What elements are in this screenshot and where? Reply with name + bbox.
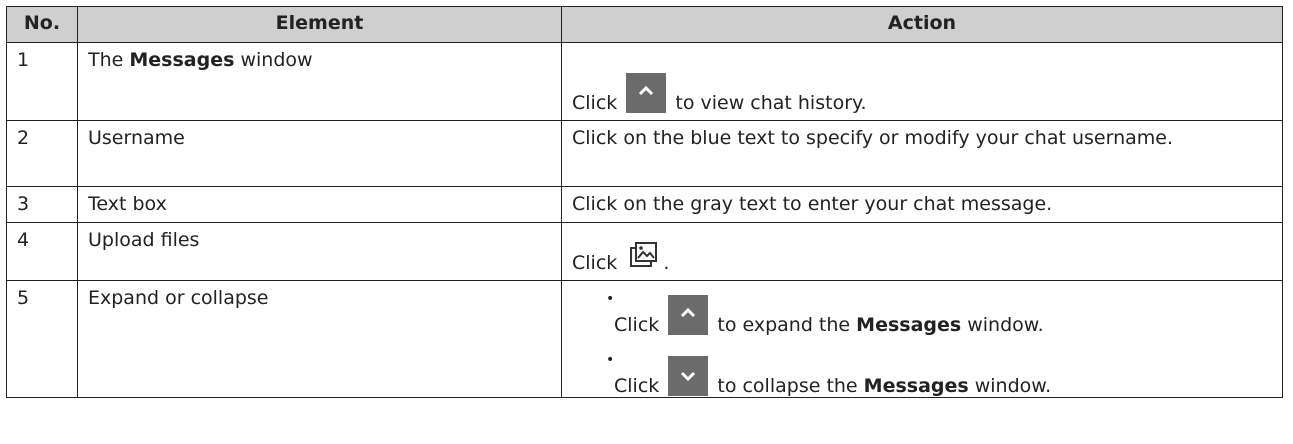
action-bold-text: Messages xyxy=(863,375,969,397)
action-text: window. xyxy=(968,375,1052,397)
element-bold-text: Messages xyxy=(129,49,235,71)
chevron-down-icon xyxy=(668,356,709,396)
bullet-dot: • xyxy=(606,291,615,307)
action-text: Click xyxy=(614,314,666,336)
element-text: window xyxy=(234,49,313,71)
row-action: Click on the gray text to enter your cha… xyxy=(561,186,1283,223)
row-number: 3 xyxy=(6,186,78,223)
header-element: Element xyxy=(77,6,562,43)
row-number: 1 xyxy=(6,42,78,121)
table-row: 4 Upload files Click . xyxy=(6,222,1283,281)
row-number: 2 xyxy=(6,120,78,187)
header-action: Action xyxy=(561,6,1283,43)
row-action: • Click to expand the Messages window. •… xyxy=(561,280,1283,398)
row-action: Click to view chat history. xyxy=(561,42,1283,121)
header-no: No. xyxy=(6,6,78,43)
action-text: to collapse the xyxy=(711,375,864,397)
row-number: 5 xyxy=(6,280,78,398)
action-bold-text: Messages xyxy=(856,314,962,336)
element-text: The xyxy=(88,49,130,71)
table-row: 3 Text box Click on the gray text to ent… xyxy=(6,186,1283,223)
action-text: Click xyxy=(572,92,624,114)
bullet-item: • Click to collapse the Messages window. xyxy=(572,350,1272,397)
row-element: Expand or collapse xyxy=(77,280,562,398)
bullet-item: • Click to expand the Messages window. xyxy=(572,289,1272,336)
row-element: Upload files xyxy=(77,222,562,281)
table-row: 2 Username Click on the blue text to spe… xyxy=(6,120,1283,187)
action-text: Click xyxy=(614,375,666,397)
row-number: 4 xyxy=(6,222,78,281)
action-text: . xyxy=(663,252,670,274)
elements-table: No. Element Action 1 The Messages window… xyxy=(6,6,1283,398)
chevron-up-icon xyxy=(626,73,667,113)
table-row: 5 Expand or collapse • Click to expand t… xyxy=(6,280,1283,398)
table-row: 1 The Messages window Click to view chat… xyxy=(6,42,1283,121)
row-action: Click . xyxy=(561,222,1283,281)
action-text: to expand the xyxy=(711,314,857,336)
row-element: Text box xyxy=(77,186,562,223)
row-action: Click on the blue text to specify or mod… xyxy=(561,120,1283,187)
upload-image-icon xyxy=(626,239,661,273)
bullet-dot: • xyxy=(606,352,615,368)
chevron-up-icon xyxy=(668,295,709,335)
action-text: to view chat history. xyxy=(669,92,867,114)
action-text: Click xyxy=(572,252,624,274)
row-element: Username xyxy=(77,120,562,187)
action-text: window. xyxy=(961,314,1044,336)
table-header-row: No. Element Action xyxy=(6,6,1283,43)
row-element: The Messages window xyxy=(77,42,562,121)
